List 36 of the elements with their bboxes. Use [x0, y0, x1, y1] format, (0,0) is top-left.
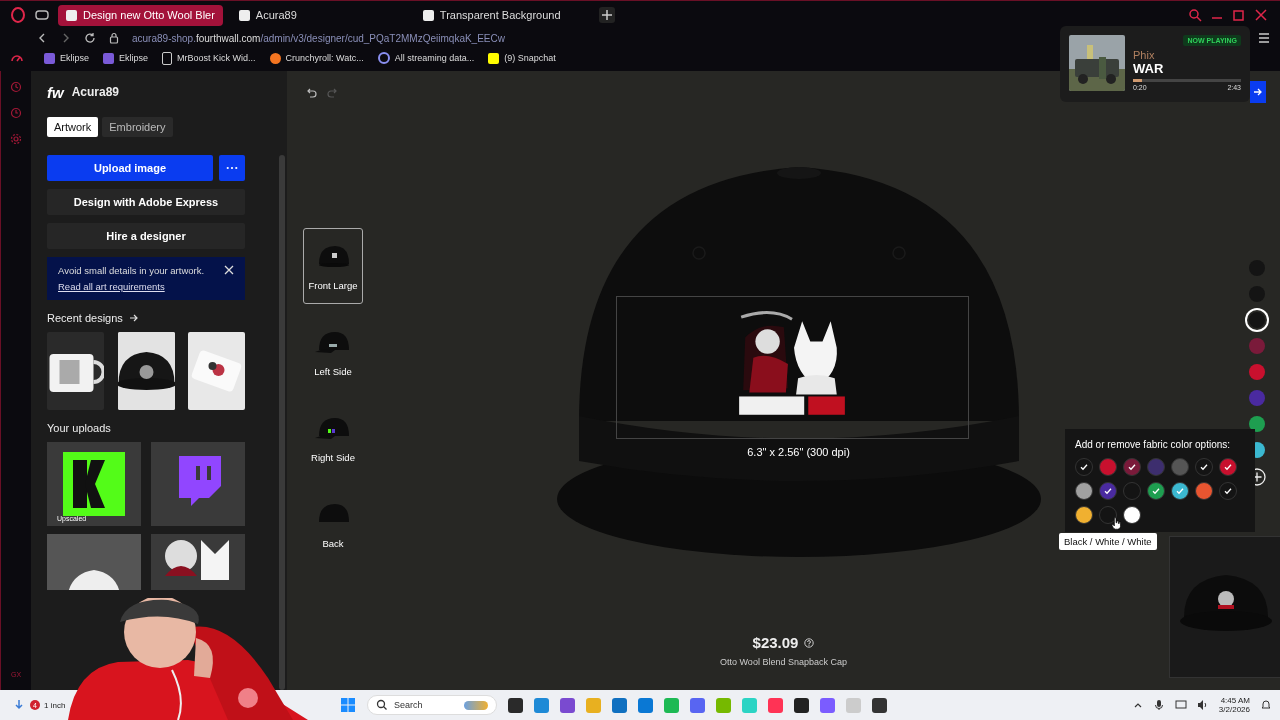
weather-text: 1 inch	[44, 700, 66, 710]
bookmark[interactable]: MrBoost Kick Wid...	[162, 51, 256, 65]
adobe-express-button[interactable]: Design with Adobe Express	[47, 189, 245, 215]
browser-tab[interactable]: Design new Otto Wool Bler	[58, 4, 223, 26]
browser-tab[interactable]: Transparent Background	[414, 4, 591, 26]
view-option[interactable]: Left Side	[303, 314, 363, 390]
bookmark[interactable]: All streaming data...	[377, 52, 475, 64]
requirements-link[interactable]: Read all art requirements	[58, 281, 205, 292]
store-name: Acura89	[71, 85, 120, 99]
view-option[interactable]: Back	[303, 486, 363, 562]
artist-name: Phix	[1133, 49, 1156, 61]
notice-text: Avoid small details in your artwork.	[58, 265, 205, 276]
song-title: WAR	[1133, 61, 1165, 76]
price: $23.09	[752, 634, 799, 651]
print-size: 6.3" x 2.56" (300 dpi)	[746, 446, 851, 458]
logo[interactable]: fw	[47, 83, 64, 101]
mode-tab[interactable]: Artwork	[47, 117, 99, 137]
product-name: Otto Wool Blend Snapback Cap	[720, 657, 847, 667]
mode-tab[interactable]: Embroidery	[102, 117, 173, 137]
bookmark[interactable]: Eklipse	[44, 52, 89, 64]
clock-time[interactable]: 4:45 AM	[1220, 696, 1250, 705]
hire-designer-button[interactable]: Hire a designer	[47, 223, 245, 249]
address-field[interactable]: acura89-shop.fourthwall.com/admin/v3/designer/cud_PQaT2MMzQeiimqkaK_EECw	[132, 32, 505, 44]
search-field[interactable]: Search	[367, 695, 497, 715]
upload-button[interactable]: Upload image	[47, 155, 213, 181]
view-option[interactable]: Front Large	[303, 228, 363, 304]
bookmark[interactable]: (9) Snapchat	[488, 52, 556, 64]
clock-date[interactable]: 3/2/2026	[1218, 705, 1250, 714]
section-title: Your uploads	[47, 422, 111, 434]
browser-tab[interactable]: Acura89	[230, 4, 407, 26]
popover-title: Add or remove fabric color options:	[1075, 439, 1232, 450]
tooltip: Black / White / White	[1059, 533, 1157, 550]
bookmark[interactable]: Crunchyroll: Watc...	[269, 52, 364, 64]
view-option[interactable]: Right Side	[303, 400, 363, 476]
section-title[interactable]: Recent designs	[47, 312, 123, 324]
bookmark[interactable]: Eklipse	[103, 52, 149, 64]
